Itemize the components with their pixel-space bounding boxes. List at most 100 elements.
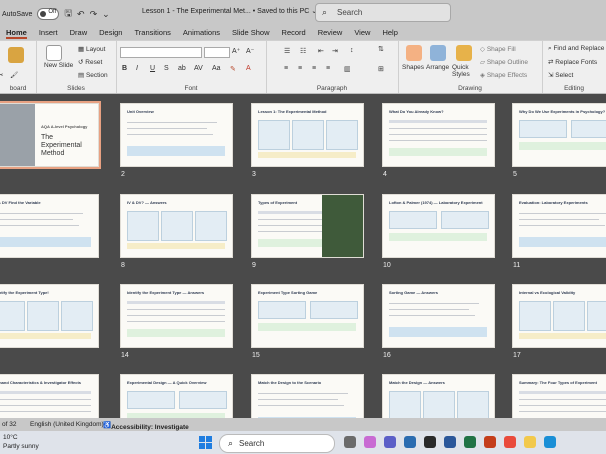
document-title[interactable]: Lesson 1 - The Experimental Met... • Sav… — [142, 7, 317, 15]
new-slide-button[interactable]: New Slide — [44, 62, 73, 69]
store-icon[interactable] — [424, 436, 436, 448]
decrease-indent-icon[interactable]: ⇤ — [318, 47, 324, 55]
save-icon[interactable]: 🖫 — [64, 6, 72, 22]
new-slide-icon[interactable] — [46, 45, 62, 61]
redo-icon[interactable]: ↷ — [90, 9, 98, 20]
select-button[interactable]: ⇲ Select — [548, 71, 573, 79]
slide-thumbnail[interactable]: Why Do We Use Experiments in Psychology? — [512, 103, 606, 167]
undo-icon[interactable]: ↶ — [77, 9, 85, 20]
spacing-button[interactable]: AV — [194, 65, 203, 72]
tab-view[interactable]: View — [348, 24, 376, 40]
numbering-icon[interactable]: ☷ — [300, 47, 306, 55]
change-case-button[interactable]: Aa — [212, 65, 221, 72]
shrink-font-icon[interactable]: A⁻ — [246, 47, 254, 55]
file-explorer-icon[interactable] — [524, 436, 536, 448]
align-left-icon[interactable]: ≡ — [284, 65, 288, 72]
section-button[interactable]: ▤ Section — [78, 71, 108, 79]
slide-thumbnail[interactable]: Evaluation: Laboratory Experiments — [512, 194, 606, 258]
outlook-icon[interactable] — [404, 436, 416, 448]
slide-thumbnail[interactable]: Sorting Game — Answers — [382, 284, 495, 348]
smartart-icon[interactable]: ⊞ — [378, 65, 384, 73]
tab-insert[interactable]: Insert — [33, 24, 64, 40]
task-view-icon[interactable] — [344, 436, 356, 448]
paste-icon[interactable] — [8, 47, 24, 63]
tab-review[interactable]: Review — [312, 24, 349, 40]
arrange-icon[interactable] — [430, 45, 446, 61]
justify-icon[interactable]: ≡ — [326, 65, 330, 72]
autosave-label: AutoSave — [2, 10, 33, 18]
font-name-combo[interactable] — [120, 47, 202, 58]
format-painter-icon[interactable]: 🖌 — [10, 71, 18, 79]
shadow-button[interactable]: S — [164, 65, 169, 72]
font-color-icon[interactable]: A — [246, 65, 251, 72]
tab-draw[interactable]: Draw — [64, 24, 94, 40]
grow-font-icon[interactable]: A⁺ — [232, 47, 240, 55]
shape-fill-button[interactable]: ◇ Shape Fill — [480, 45, 516, 53]
tab-slide-show[interactable]: Slide Show — [226, 24, 276, 40]
tab-record[interactable]: Record — [276, 24, 312, 40]
slide-thumbnail[interactable]: Lesson 1: The Experimental Method — [251, 103, 364, 167]
bold-button[interactable]: B — [122, 65, 127, 72]
italic-button[interactable]: I — [136, 65, 138, 72]
powerpoint-icon[interactable] — [484, 436, 496, 448]
slide-thumbnail[interactable]: AQA A-level Psychology The Experimental M… — [0, 101, 101, 169]
drawing-label: Drawing — [458, 85, 482, 92]
replace-fonts-button[interactable]: ⇄ Replace Fonts — [548, 58, 597, 66]
slide-thumbnail[interactable]: Lofton & Palmer (1974) — Laboratory Expe… — [382, 194, 495, 258]
columns-icon[interactable]: ▥ — [344, 65, 351, 73]
slide-thumbnail[interactable]: Experiment Type Sorting Game — [251, 284, 364, 348]
slide-thumbnail[interactable]: IV & DV? — Answers — [120, 194, 233, 258]
font-size-combo[interactable] — [204, 47, 230, 58]
slide-thumbnail[interactable]: Identify the Experiment Type! — [0, 284, 99, 348]
shape-effects-button[interactable]: ◈ Shape Effects — [480, 71, 527, 79]
shape-outline-button[interactable]: ▱ Shape Outline — [480, 58, 528, 66]
ribbon: ✂ 🖌 board New Slide ▦ Layout ↺ Reset ▤ S… — [0, 40, 606, 94]
edge-icon[interactable] — [544, 436, 556, 448]
slide-thumbnail[interactable]: IV & DV Find the Variable — [0, 194, 99, 258]
slide-thumbnail[interactable]: Types of Experiment — [251, 194, 364, 258]
slide-thumbnail[interactable]: Internal vs Ecological Validity — [512, 284, 606, 348]
shapes-button[interactable]: Shapes — [402, 64, 424, 71]
tab-home[interactable]: Home — [0, 24, 33, 40]
tab-help[interactable]: Help — [376, 24, 403, 40]
reset-button[interactable]: ↺ Reset — [78, 58, 102, 66]
taskbar-search[interactable]: ⌕ Search — [219, 434, 335, 453]
excel-icon[interactable] — [464, 436, 476, 448]
slide-thumbnail[interactable]: Identify the Experiment Type — Answers — [120, 284, 233, 348]
copilot-icon[interactable] — [364, 436, 376, 448]
teams-icon[interactable] — [384, 436, 396, 448]
start-button[interactable] — [199, 436, 212, 449]
layout-button[interactable]: ▦ Layout — [78, 45, 105, 53]
language-indicator[interactable]: English (United Kingdom) — [30, 421, 104, 428]
word-icon[interactable] — [444, 436, 456, 448]
highlight-icon[interactable]: ✎ — [230, 65, 236, 73]
chrome-icon[interactable] — [504, 436, 516, 448]
quick-styles-icon[interactable] — [456, 45, 472, 61]
slide-thumbnail[interactable]: What Do You Already Know? — [382, 103, 495, 167]
find-replace-button[interactable]: ⌕ Find and Replace — [548, 45, 604, 53]
align-center-icon[interactable]: ≡ — [298, 65, 302, 72]
line-spacing-icon[interactable]: ↕ — [350, 47, 354, 54]
underline-button[interactable]: U — [150, 65, 155, 72]
weather-widget[interactable]: 10°C Partly sunny — [3, 433, 39, 451]
customize-qat-icon[interactable]: ⌄ — [102, 9, 110, 20]
tab-animations[interactable]: Animations — [177, 24, 226, 40]
slide-title: Lofton & Palmer (1974) — Laboratory Expe… — [389, 200, 483, 205]
weather-temp: 10°C — [3, 434, 18, 441]
quick-styles-button[interactable]: Quick Styles — [452, 64, 482, 78]
cut-icon[interactable]: ✂ — [0, 71, 3, 79]
accessibility-checker[interactable]: ♿ Accessibility: Investigate — [103, 421, 189, 431]
strikethrough-button[interactable]: ab — [178, 65, 186, 72]
text-direction-icon[interactable]: ⇅ — [378, 45, 384, 53]
tab-transitions[interactable]: Transitions — [128, 24, 176, 40]
tab-design[interactable]: Design — [93, 24, 128, 40]
search-box[interactable]: ⌕ Search — [315, 3, 451, 22]
arrange-button[interactable]: Arrange — [426, 64, 449, 71]
bullets-icon[interactable]: ☰ — [284, 47, 290, 55]
autosave-toggle[interactable]: Off — [37, 8, 60, 20]
align-right-icon[interactable]: ≡ — [312, 65, 316, 72]
increase-indent-icon[interactable]: ⇥ — [332, 47, 338, 55]
shapes-icon[interactable] — [406, 45, 422, 61]
slide-number: 8 — [121, 262, 125, 269]
slide-thumbnail[interactable]: Unit Overview — [120, 103, 233, 167]
